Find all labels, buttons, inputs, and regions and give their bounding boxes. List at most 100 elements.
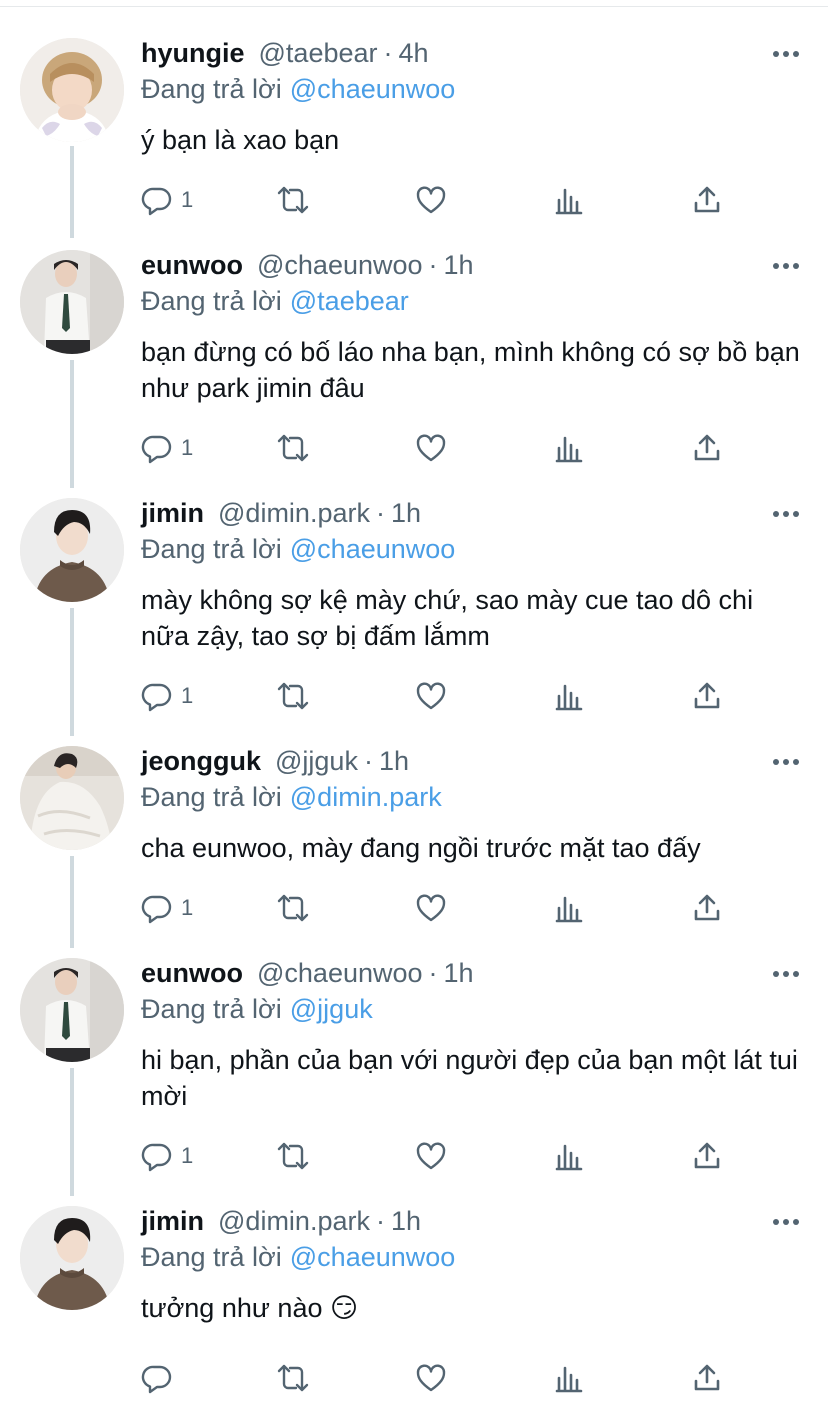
reply-prefix: Đang trả lời bbox=[141, 782, 282, 812]
tweet-header: hyungie @taebear · 4h bbox=[141, 36, 429, 70]
share-icon bbox=[694, 682, 720, 709]
like-button[interactable] bbox=[415, 1360, 447, 1396]
replying-to: Đang trả lời @taebear bbox=[141, 284, 409, 318]
more-icon[interactable] bbox=[772, 1208, 800, 1236]
display-name[interactable]: hyungie bbox=[141, 38, 245, 68]
tweet-text: hi bạn, phần của bạn với người đẹp của b… bbox=[141, 1045, 798, 1111]
username[interactable]: @jjguk bbox=[275, 746, 358, 776]
display-name[interactable]: eunwoo bbox=[141, 250, 243, 280]
separator-dot: · bbox=[375, 498, 385, 528]
mention-link[interactable]: @taebear bbox=[290, 286, 409, 316]
separator-dot: · bbox=[383, 38, 393, 68]
reply-button[interactable]: 1 bbox=[141, 182, 193, 218]
timestamp[interactable]: 1h bbox=[391, 498, 421, 528]
reply-button[interactable]: 1 bbox=[141, 1138, 193, 1174]
mention-link[interactable]: @dimin.park bbox=[290, 782, 442, 812]
timestamp[interactable]: 4h bbox=[399, 38, 429, 68]
thread-line bbox=[70, 146, 74, 238]
eunwoo-avatar[interactable] bbox=[20, 958, 124, 1062]
thread-line bbox=[70, 360, 74, 488]
thread-line bbox=[70, 608, 74, 736]
more-icon[interactable] bbox=[772, 960, 800, 988]
timestamp[interactable]: 1h bbox=[391, 1206, 421, 1236]
username[interactable]: @chaeunwoo bbox=[257, 250, 423, 280]
reply-button[interactable]: 1 bbox=[141, 678, 193, 714]
action-bar bbox=[141, 1360, 741, 1396]
mention-link[interactable]: @chaeunwoo bbox=[290, 1242, 456, 1272]
like-button[interactable] bbox=[415, 1138, 447, 1174]
reply-icon bbox=[141, 435, 172, 464]
analytics-icon bbox=[555, 188, 583, 215]
like-button[interactable] bbox=[415, 890, 447, 926]
username[interactable]: @dimin.park bbox=[218, 498, 370, 528]
mention-link[interactable]: @chaeunwoo bbox=[290, 534, 456, 564]
share-button[interactable] bbox=[691, 1360, 723, 1396]
like-button[interactable] bbox=[415, 678, 447, 714]
share-icon bbox=[694, 1364, 720, 1391]
username[interactable]: @taebear bbox=[259, 38, 378, 68]
reply-button[interactable]: 1 bbox=[141, 890, 193, 926]
analytics-button[interactable] bbox=[553, 1360, 585, 1396]
more-icon[interactable] bbox=[772, 500, 800, 528]
share-button[interactable] bbox=[691, 678, 723, 714]
like-icon bbox=[416, 1142, 446, 1170]
share-button[interactable] bbox=[691, 182, 723, 218]
timestamp[interactable]: 1h bbox=[444, 958, 474, 988]
retweet-button[interactable] bbox=[277, 1138, 309, 1174]
timestamp[interactable]: 1h bbox=[379, 746, 409, 776]
replying-to: Đang trả lời @chaeunwoo bbox=[141, 1240, 455, 1274]
reply-count: 1 bbox=[181, 683, 194, 708]
analytics-button[interactable] bbox=[553, 1138, 585, 1174]
like-button[interactable] bbox=[415, 182, 447, 218]
more-icon[interactable] bbox=[772, 40, 800, 68]
more-icon[interactable] bbox=[772, 252, 800, 280]
retweet-icon bbox=[277, 894, 309, 922]
display-name[interactable]: jimin bbox=[141, 1206, 204, 1236]
reply-button[interactable] bbox=[141, 1360, 181, 1396]
display-name[interactable]: jimin bbox=[141, 498, 204, 528]
analytics-button[interactable] bbox=[553, 890, 585, 926]
jeongguk-avatar[interactable] bbox=[20, 746, 124, 850]
retweet-icon bbox=[277, 682, 309, 710]
separator-dot: · bbox=[428, 250, 438, 280]
analytics-icon bbox=[555, 436, 583, 463]
analytics-button[interactable] bbox=[553, 182, 585, 218]
reply-button[interactable]: 1 bbox=[141, 430, 193, 466]
share-button[interactable] bbox=[691, 430, 723, 466]
retweet-button[interactable] bbox=[277, 890, 309, 926]
replying-to: Đang trả lời @jjguk bbox=[141, 992, 373, 1026]
retweet-button[interactable] bbox=[277, 1360, 309, 1396]
display-name[interactable]: jeongguk bbox=[141, 746, 261, 776]
more-icon[interactable] bbox=[772, 748, 800, 776]
share-button[interactable] bbox=[691, 890, 723, 926]
like-icon bbox=[416, 434, 446, 462]
username[interactable]: @dimin.park bbox=[218, 1206, 370, 1236]
share-button[interactable] bbox=[691, 1138, 723, 1174]
mention-link[interactable]: @chaeunwoo bbox=[290, 74, 456, 104]
like-button[interactable] bbox=[415, 430, 447, 466]
hyungie-avatar[interactable] bbox=[20, 38, 124, 142]
tweet-text: ý bạn là xao bạn bbox=[141, 125, 340, 155]
retweet-button[interactable] bbox=[277, 430, 309, 466]
thread-line bbox=[70, 856, 74, 948]
eunwoo-avatar[interactable] bbox=[20, 250, 124, 354]
mention-link[interactable]: @jjguk bbox=[290, 994, 373, 1024]
reply-count: 1 bbox=[181, 187, 194, 212]
retweet-button[interactable] bbox=[277, 182, 309, 218]
share-icon bbox=[694, 894, 720, 921]
analytics-icon bbox=[555, 896, 583, 923]
tweet-header: eunwoo @chaeunwoo · 1h bbox=[141, 956, 474, 990]
analytics-button[interactable] bbox=[553, 430, 585, 466]
reply-icon bbox=[141, 895, 172, 924]
jimin-avatar[interactable] bbox=[20, 498, 124, 602]
timestamp[interactable]: 1h bbox=[444, 250, 474, 280]
share-icon bbox=[694, 434, 720, 461]
tweet-header: jimin @dimin.park · 1h bbox=[141, 496, 421, 530]
reply-prefix: Đang trả lời bbox=[141, 74, 282, 104]
like-icon bbox=[416, 894, 446, 922]
display-name[interactable]: eunwoo bbox=[141, 958, 243, 988]
analytics-button[interactable] bbox=[553, 678, 585, 714]
username[interactable]: @chaeunwoo bbox=[257, 958, 423, 988]
jimin-avatar[interactable] bbox=[20, 1206, 124, 1310]
retweet-button[interactable] bbox=[277, 678, 309, 714]
